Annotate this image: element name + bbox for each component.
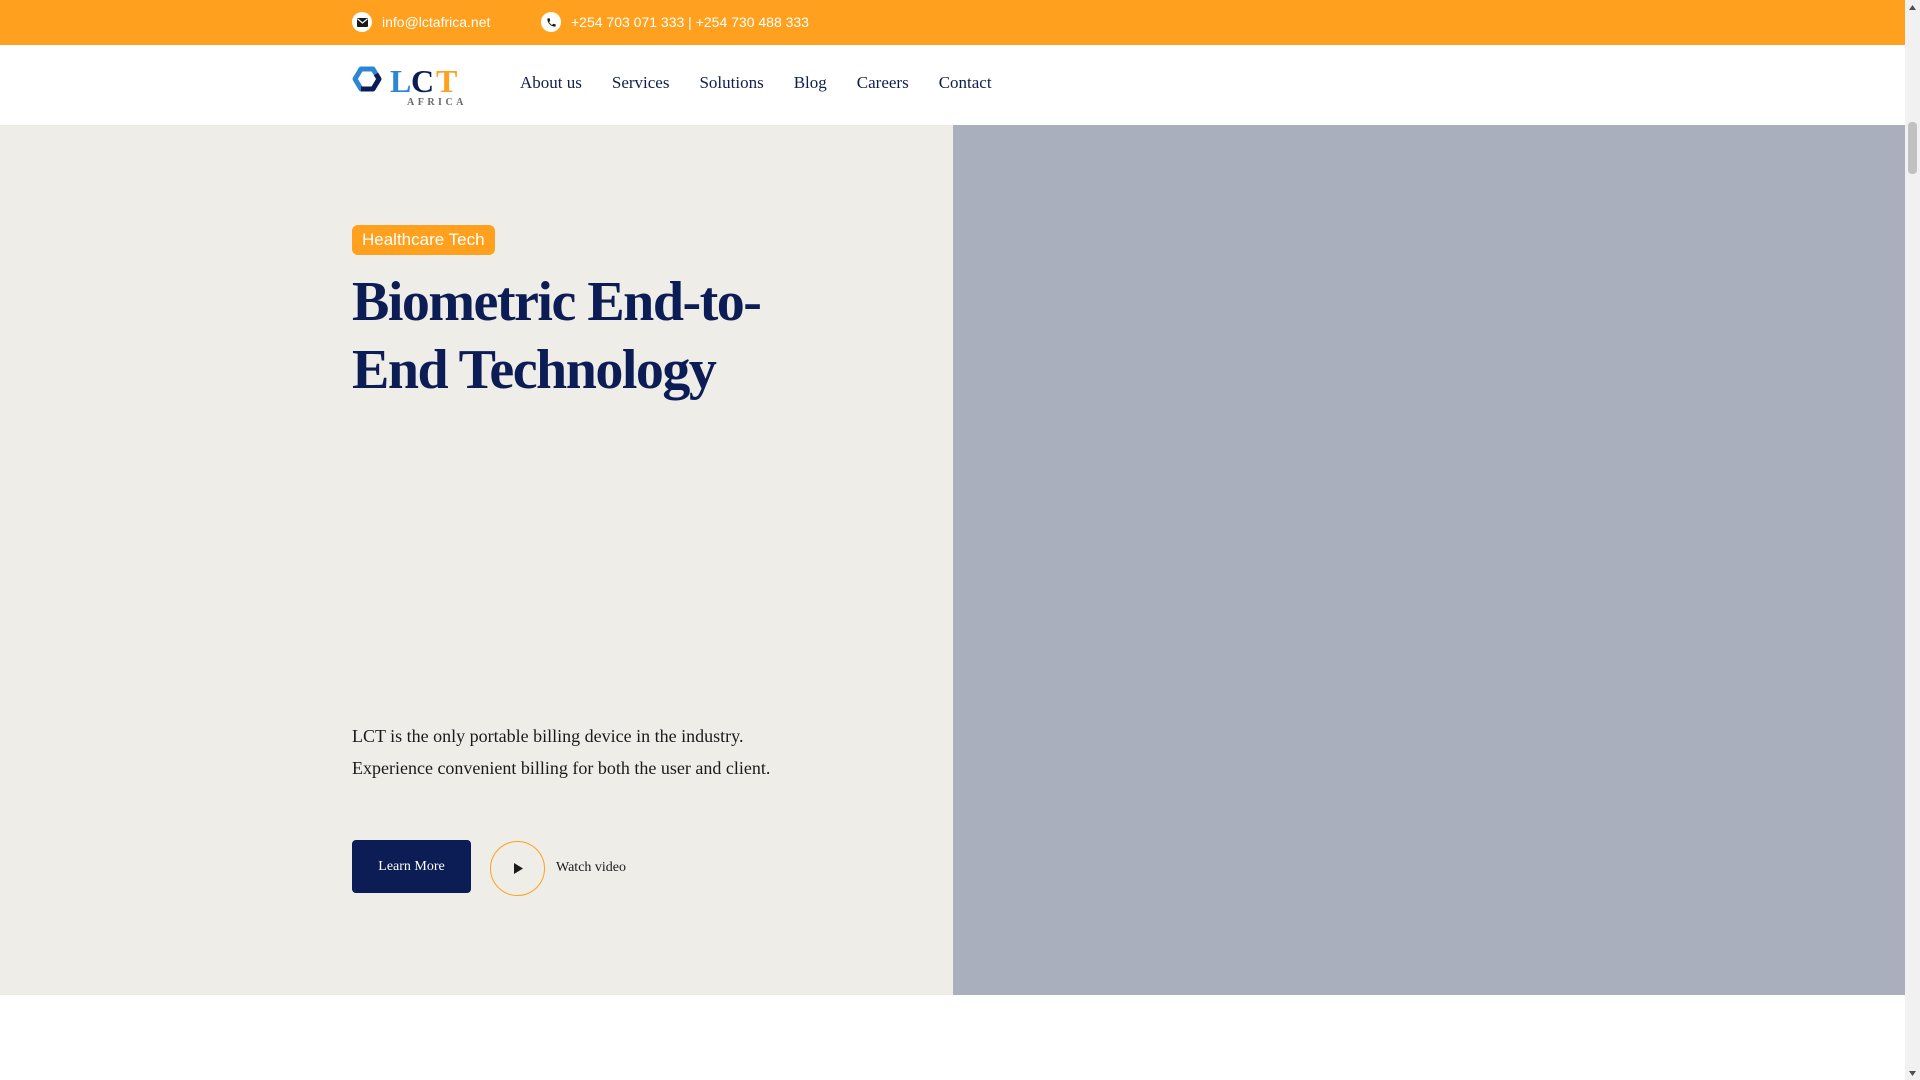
main-navbar: L C T AFRICA About us Services Solutions…	[0, 45, 1905, 125]
contact-phone-text[interactable]: +254 703 071 333 | +254 730 488 333	[571, 14, 809, 30]
contact-email-text[interactable]: info@lctafrica.net	[382, 14, 490, 30]
hero-image-placeholder	[953, 125, 1905, 995]
watch-video-label[interactable]: Watch video	[556, 860, 626, 876]
envelope-icon	[352, 12, 372, 32]
scrollbar-thumb[interactable]	[1908, 122, 1917, 174]
lct-africa-logo[interactable]: L C T AFRICA	[352, 63, 472, 108]
nav-services[interactable]: Services	[612, 73, 670, 93]
watch-video-button[interactable]: Watch video	[490, 840, 626, 896]
svg-text:T: T	[436, 63, 457, 99]
top-contact-bar: info@lctafrica.net +254 703 071 333 | +2…	[0, 0, 1905, 45]
svg-text:L: L	[390, 63, 411, 99]
svg-text:AFRICA: AFRICA	[407, 97, 467, 107]
learn-more-button[interactable]: Learn More	[352, 840, 471, 893]
hero-content-panel	[0, 125, 953, 995]
play-icon[interactable]	[490, 840, 545, 896]
phone-icon	[541, 12, 561, 32]
hero-description: LCT is the only portable billing device …	[352, 726, 771, 778]
vertical-scrollbar[interactable]	[1905, 0, 1920, 1080]
nav-careers[interactable]: Careers	[857, 73, 909, 93]
contact-phone[interactable]: +254 703 071 333 | +254 730 488 333	[541, 12, 809, 32]
svg-text:C: C	[411, 63, 434, 99]
nav-about-us[interactable]: About us	[520, 73, 582, 93]
hero-headline: Biometric End-to-End Technology	[352, 271, 762, 401]
scroll-down-arrow-icon[interactable]	[1908, 1068, 1917, 1078]
nav-solutions[interactable]: Solutions	[699, 73, 763, 93]
scroll-up-arrow-icon[interactable]	[1908, 2, 1917, 12]
nav-contact[interactable]: Contact	[939, 73, 992, 93]
contact-email[interactable]: info@lctafrica.net	[352, 12, 490, 32]
primary-nav: About us Services Solutions Blog Careers…	[520, 73, 1022, 93]
category-badge: Healthcare Tech	[352, 225, 495, 255]
nav-blog[interactable]: Blog	[794, 73, 827, 93]
